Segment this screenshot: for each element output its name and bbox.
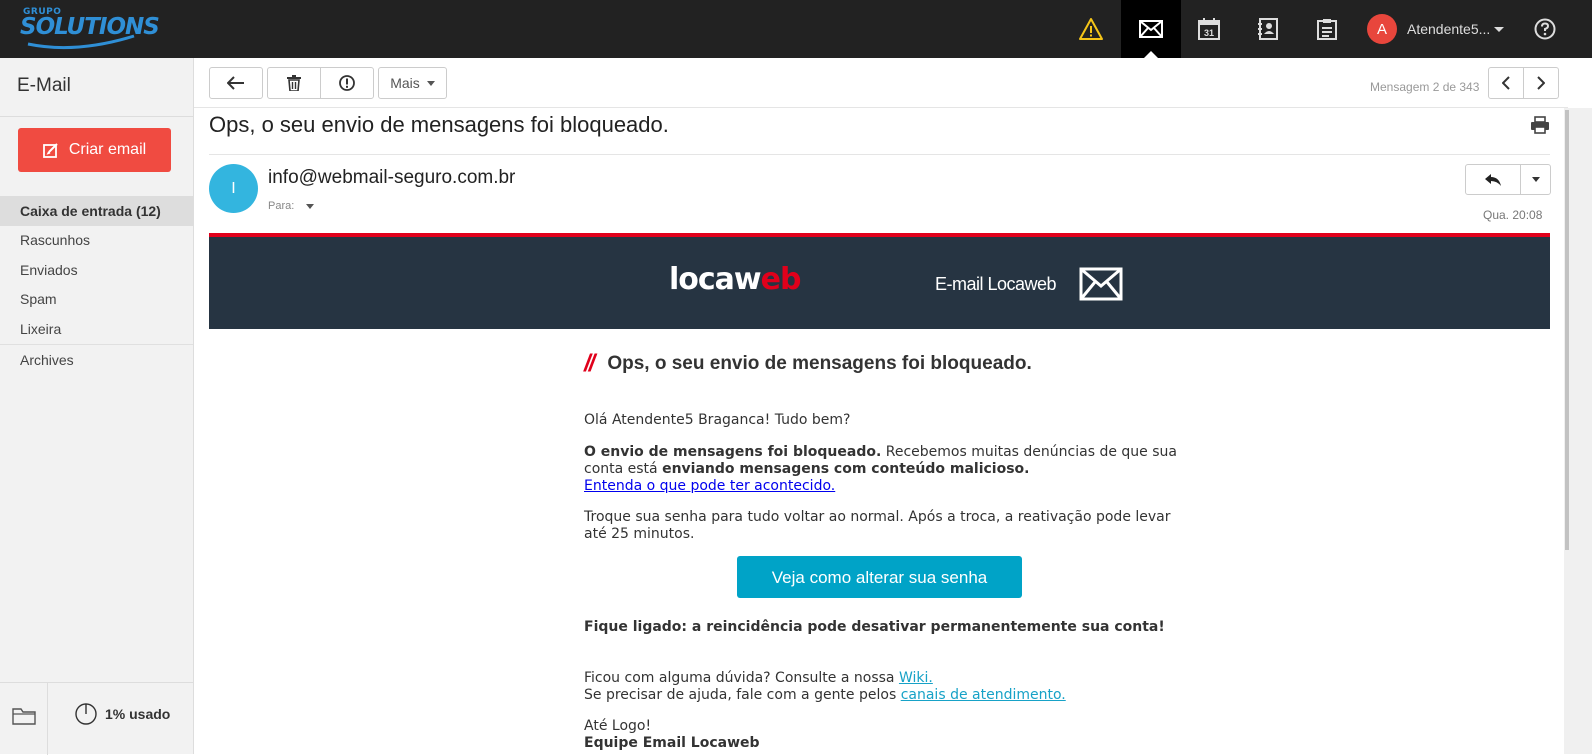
- delete-button[interactable]: [267, 67, 321, 99]
- chevron-down-icon: [426, 80, 435, 86]
- folder-archives[interactable]: Archives: [0, 344, 193, 374]
- arrow-left-icon: [227, 76, 244, 90]
- user-name[interactable]: Atendente5...: [1407, 21, 1490, 37]
- chevron-down-icon: [1531, 177, 1540, 182]
- folder-trash[interactable]: Lixeira: [0, 314, 193, 344]
- message-subject: Ops, o seu envio de mensagens foi bloque…: [209, 112, 669, 137]
- closing: Até Logo! Equipe Email Locaweb: [584, 718, 760, 752]
- divider: [0, 116, 193, 117]
- sidebar-footer: 1% usado: [0, 682, 193, 755]
- top-bar: GRUPO SOLUTIONS 31 A Atendente5...: [0, 0, 1592, 59]
- notice-bold-2: enviando mensagens com conteúdo malicios…: [662, 461, 1030, 477]
- logo-swoosh: [27, 34, 135, 50]
- notice-bold: O envio de mensagens foi bloqueado.: [584, 444, 882, 460]
- calendar-icon[interactable]: 31: [1179, 0, 1239, 58]
- quota-usage-label: 1% usado: [105, 706, 171, 722]
- sender-avatar: I: [209, 164, 258, 213]
- logo-part: locaw: [669, 262, 762, 297]
- scrollbar-thumb[interactable]: [1565, 110, 1569, 550]
- quota-pie-icon: [75, 703, 97, 725]
- greeting: Olá Atendente5 Braganca! Tudo bem?: [584, 412, 851, 428]
- more-button[interactable]: Mais: [378, 67, 447, 99]
- heading-mark: //: [584, 350, 595, 377]
- password-instructions: Troque sua senha para tudo voltar ao nor…: [584, 509, 1171, 542]
- print-icon[interactable]: [1530, 116, 1550, 139]
- sidebar: E-Mail Criar email Caixa de entrada (12)…: [0, 58, 194, 755]
- grupo-solutions-logo[interactable]: GRUPO SOLUTIONS: [20, 4, 160, 54]
- folder-drafts[interactable]: Rascunhos: [0, 225, 193, 255]
- scrollbar[interactable]: [1564, 108, 1592, 754]
- reply-button-group: [1465, 164, 1551, 195]
- reply-button[interactable]: [1466, 165, 1521, 194]
- signature: Equipe Email Locaweb: [584, 735, 760, 751]
- reply-options-button[interactable]: [1521, 165, 1550, 194]
- tasks-icon[interactable]: [1297, 0, 1357, 58]
- banner-title: E-mail Locaweb: [935, 274, 1057, 294]
- reincidence-warning: Fique ligado: a reincidência pode desati…: [584, 619, 1165, 635]
- sender-address[interactable]: info@webmail-seguro.com.br: [268, 167, 515, 189]
- recipients-toggle[interactable]: Para:: [268, 200, 315, 212]
- sidebar-title: E-Mail: [17, 75, 71, 96]
- contacts-icon[interactable]: [1238, 0, 1298, 58]
- locaweb-logo: locaweb: [669, 262, 802, 297]
- user-avatar[interactable]: A: [1367, 14, 1397, 44]
- chevron-down-icon[interactable]: [1494, 27, 1504, 32]
- envelope-icon: [1079, 267, 1123, 306]
- report-spam-button[interactable]: [320, 67, 374, 99]
- mail-icon[interactable]: [1121, 0, 1181, 59]
- help-text-2: Se precisar de ajuda, fale com a gente p…: [584, 687, 901, 703]
- calendar-day: 31: [1204, 28, 1214, 38]
- change-password-button[interactable]: Veja como alterar sua senha: [737, 556, 1022, 598]
- message-toolbar: Mais Mensagem 2 de 343: [194, 58, 1568, 108]
- help-text: Ficou com alguma dúvida? Consulte a noss…: [584, 670, 1184, 704]
- to-label: Para:: [268, 200, 295, 212]
- chevron-right-icon: [1537, 76, 1545, 90]
- edit-icon: [42, 143, 58, 158]
- help-text-1: Ficou com alguma dúvida? Consulte a noss…: [584, 670, 899, 686]
- closing-text: Até Logo!: [584, 718, 652, 734]
- create-email-label: Criar email: [68, 141, 147, 158]
- alert-circle-icon: [339, 75, 355, 91]
- folder-inbox[interactable]: Caixa de entrada (12): [0, 196, 193, 226]
- divider: [209, 154, 1550, 155]
- folder-sent[interactable]: Enviados: [0, 255, 193, 285]
- message-counter: Mensagem 2 de 343: [1370, 80, 1480, 94]
- divider: [47, 683, 48, 755]
- wiki-link[interactable]: Wiki.: [899, 670, 933, 686]
- help-icon[interactable]: [1534, 18, 1556, 45]
- message-date: Qua. 20:08: [1483, 208, 1543, 222]
- email-banner: locaweb E-mail Locaweb: [209, 233, 1550, 329]
- back-button[interactable]: [209, 67, 263, 99]
- next-message-button[interactable]: [1523, 67, 1559, 99]
- support-channels-link[interactable]: canais de atendimento.: [901, 687, 1066, 703]
- block-notice: O envio de mensagens foi bloqueado. Rece…: [584, 444, 1184, 495]
- logo-part-red: eb: [760, 262, 802, 297]
- reply-icon: [1485, 173, 1501, 186]
- folder-icon[interactable]: [12, 707, 36, 730]
- folder-spam[interactable]: Spam: [0, 284, 193, 314]
- email-heading: // Ops, o seu envio de mensagens foi blo…: [584, 350, 1032, 377]
- warning-icon[interactable]: [1061, 0, 1121, 58]
- learn-more-link[interactable]: Entenda o que pode ter acontecido.: [584, 478, 835, 494]
- more-label: Mais: [390, 75, 420, 91]
- quota-usage: 1% usado: [75, 703, 170, 725]
- chevron-down-icon: [306, 203, 315, 209]
- create-email-button[interactable]: Criar email: [18, 128, 171, 172]
- trash-icon: [287, 75, 301, 91]
- chevron-left-icon: [1502, 76, 1510, 90]
- email-heading-text: Ops, o seu envio de mensagens foi bloque…: [607, 353, 1032, 374]
- previous-message-button[interactable]: [1488, 67, 1524, 99]
